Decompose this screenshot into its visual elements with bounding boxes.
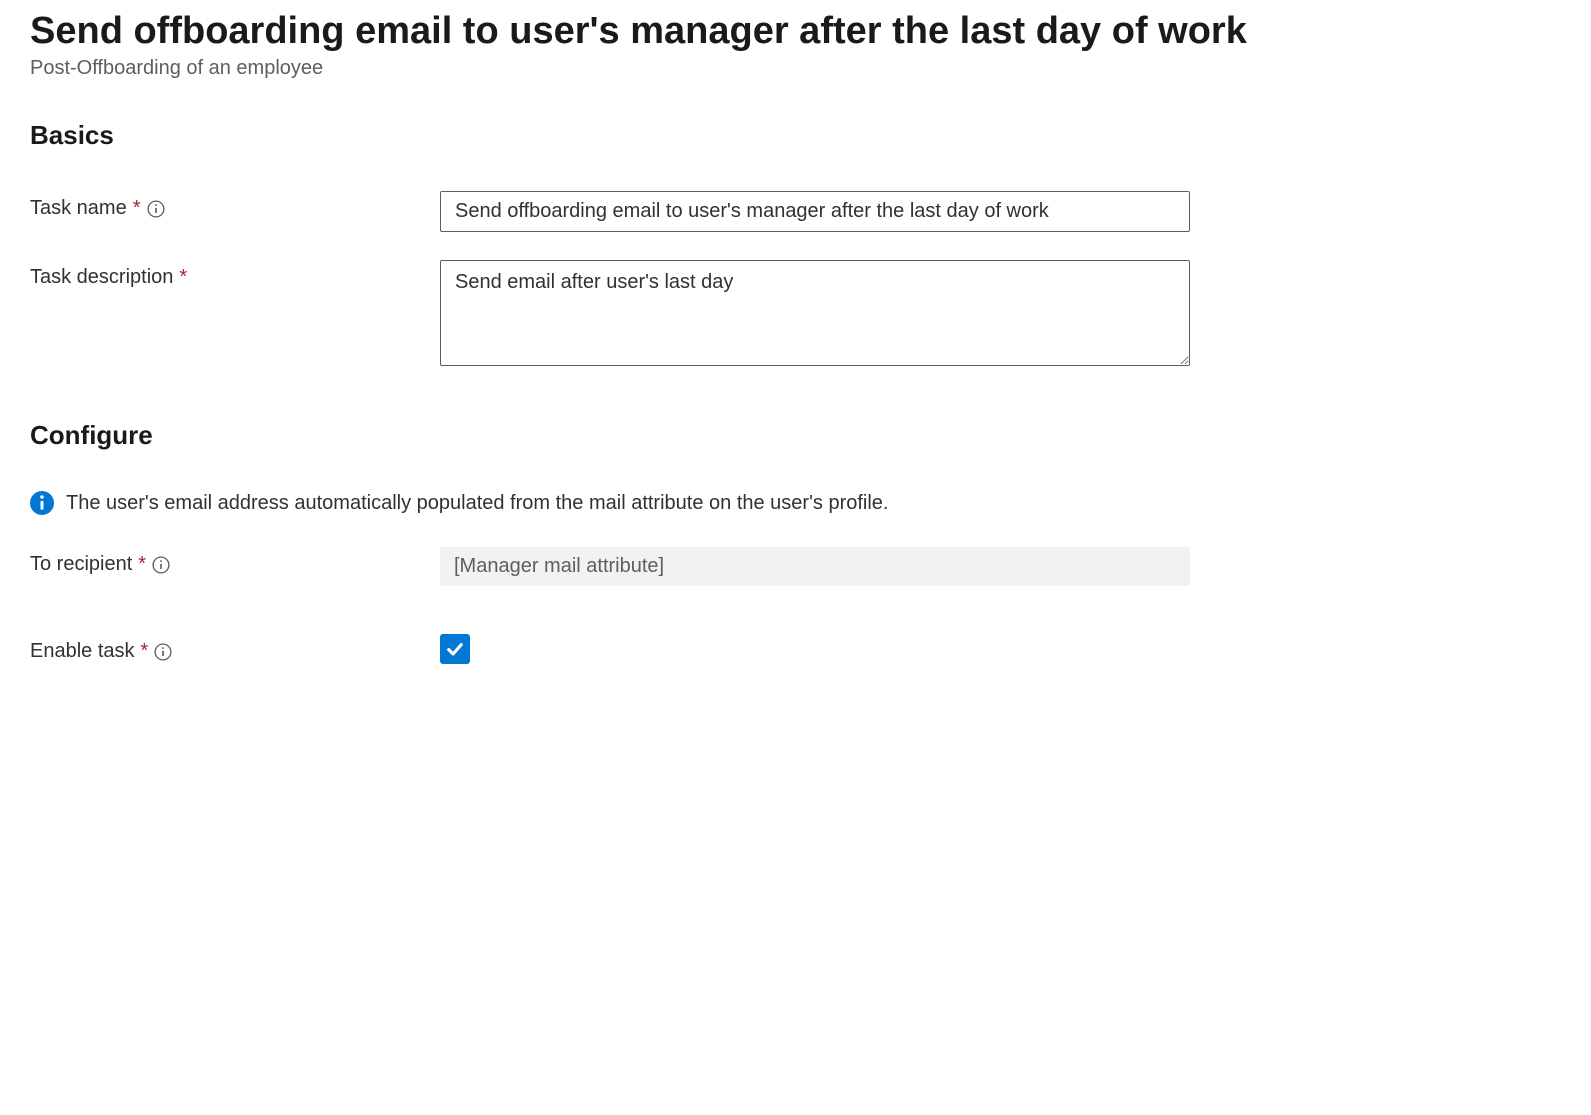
required-indicator: * (141, 640, 149, 663)
enable-task-label: Enable task * (30, 634, 440, 663)
required-indicator: * (138, 553, 146, 576)
task-description-row: Task description * (30, 260, 1561, 372)
required-indicator: * (179, 266, 187, 289)
enable-task-row: Enable task * (30, 634, 1561, 665)
info-icon[interactable] (152, 556, 170, 574)
info-icon[interactable] (154, 643, 172, 661)
to-recipient-label-text: To recipient (30, 553, 132, 576)
info-banner-text: The user's email address automatically p… (66, 492, 889, 515)
task-description-input[interactable] (440, 260, 1190, 366)
info-icon[interactable] (147, 200, 165, 218)
task-name-row: Task name * (30, 191, 1561, 232)
to-recipient-input (440, 547, 1190, 586)
configure-heading: Configure (30, 420, 1561, 451)
page-title: Send offboarding email to user's manager… (30, 10, 1561, 53)
task-description-label-text: Task description (30, 266, 173, 289)
required-indicator: * (133, 197, 141, 220)
info-filled-icon (30, 491, 54, 515)
to-recipient-label: To recipient * (30, 547, 440, 576)
enable-task-checkbox[interactable] (440, 634, 470, 664)
task-name-input[interactable] (440, 191, 1190, 232)
enable-task-label-text: Enable task (30, 640, 135, 663)
to-recipient-row: To recipient * (30, 547, 1561, 586)
page-subtitle: Post-Offboarding of an employee (30, 57, 1561, 80)
task-description-label: Task description * (30, 260, 440, 289)
task-name-label: Task name * (30, 191, 440, 220)
info-banner: The user's email address automatically p… (30, 491, 1561, 515)
task-name-label-text: Task name (30, 197, 127, 220)
basics-heading: Basics (30, 120, 1561, 151)
